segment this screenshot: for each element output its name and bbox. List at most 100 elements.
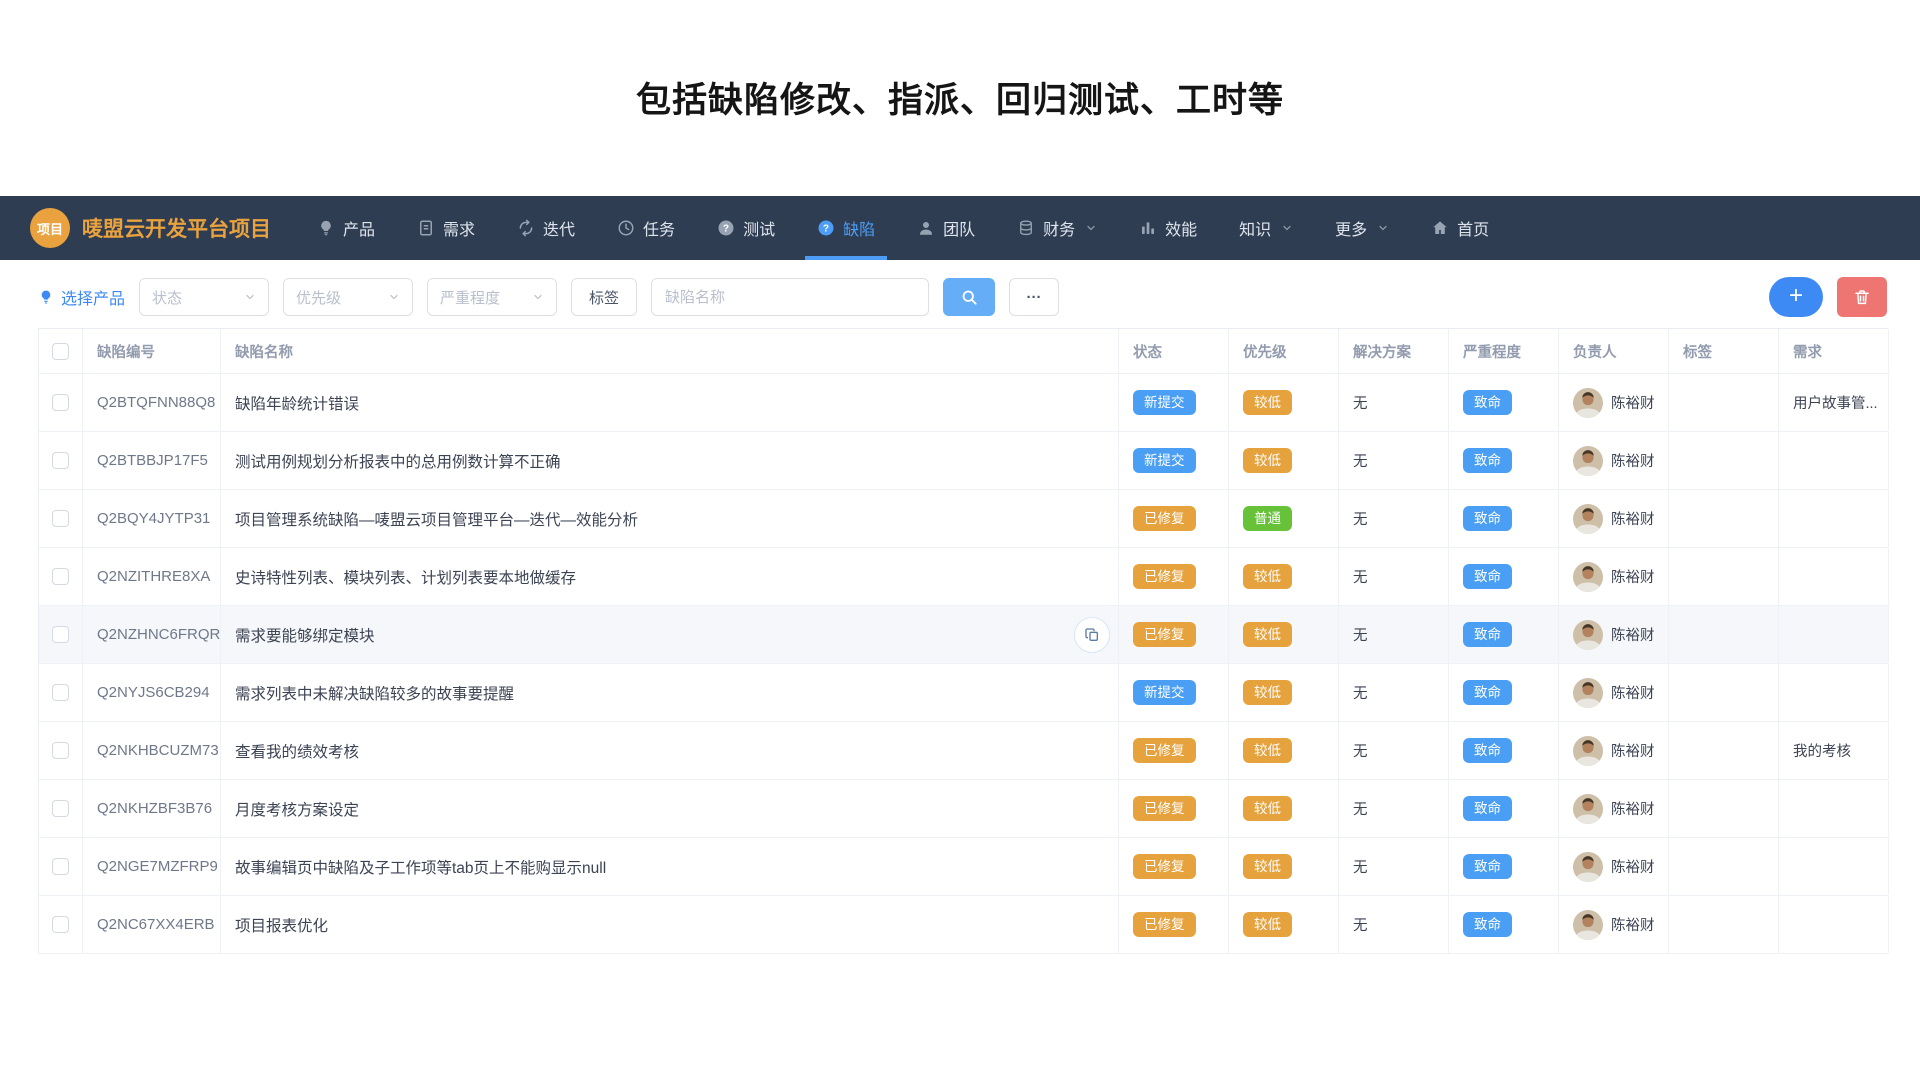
owner-name: 陈裕财 [1611, 450, 1655, 471]
severity-cell: 致命 [1449, 722, 1559, 779]
more-filters-button[interactable]: ··· [1009, 278, 1059, 316]
row-checkbox[interactable] [52, 684, 69, 701]
defect-name[interactable]: 故事编辑页中缺陷及子工作项等tab页上不能购显示null [235, 856, 606, 878]
owner-avatar [1573, 678, 1603, 708]
priority-badge: 较低 [1243, 912, 1292, 938]
nav-item-knowledge[interactable]: 知识 [1239, 196, 1293, 260]
defect-name[interactable]: 需求列表中未解决缺陷较多的故事要提醒 [235, 682, 514, 704]
select-product-link[interactable]: 选择产品 [38, 285, 125, 309]
table-row: Q2NYJS6CB294需求列表中未解决缺陷较多的故事要提醒新提交较低无致命陈裕… [39, 664, 1888, 722]
row-checkbox[interactable] [52, 800, 69, 817]
caret-down-icon [1281, 222, 1293, 234]
search-button[interactable] [943, 278, 995, 316]
owner-name: 陈裕财 [1611, 798, 1655, 819]
resolution-value: 无 [1353, 914, 1368, 935]
severity-badge: 致命 [1463, 796, 1512, 822]
requirement-cell [1779, 490, 1889, 547]
priority-filter-select[interactable]: 优先级 [283, 278, 413, 316]
nav-item-defect[interactable]: ?缺陷 [817, 196, 875, 260]
owner: 陈裕财 [1573, 446, 1655, 476]
project-name[interactable]: 唛盟云开发平台项目 [82, 213, 271, 243]
defect-name-cell[interactable]: 故事编辑页中缺陷及子工作项等tab页上不能购显示null [221, 838, 1119, 895]
defect-name-cell[interactable]: 查看我的绩效考核 [221, 722, 1119, 779]
defect-name[interactable]: 测试用例规划分析报表中的总用例数计算不正确 [235, 450, 561, 472]
defect-name-cell[interactable]: 缺陷年龄统计错误 [221, 374, 1119, 431]
question-circle-icon: ? [717, 219, 735, 237]
row-checkbox[interactable] [52, 916, 69, 933]
tag-cell [1669, 548, 1779, 605]
resolution-value: 无 [1353, 566, 1368, 587]
nav-item-requirement[interactable]: 需求 [417, 196, 475, 260]
owner-avatar [1573, 852, 1603, 882]
defect-name-cell[interactable]: 需求要能够绑定模块 [221, 606, 1119, 663]
row-checkbox[interactable] [52, 452, 69, 469]
column-header-label: 严重程度 [1463, 341, 1521, 362]
column-header: 严重程度 [1449, 329, 1559, 373]
nav-item-more[interactable]: 更多 [1335, 196, 1389, 260]
priority-cell: 较低 [1229, 780, 1339, 837]
severity-filter-select[interactable]: 严重程度 [427, 278, 557, 316]
owner-cell: 陈裕财 [1559, 838, 1669, 895]
defect-name[interactable]: 项目报表优化 [235, 914, 328, 936]
row-checkbox-cell [39, 548, 83, 605]
defect-name-cell[interactable]: 月度考核方案设定 [221, 780, 1119, 837]
status-filter-select[interactable]: 状态 [139, 278, 269, 316]
nav-item-iteration[interactable]: 迭代 [517, 196, 575, 260]
defect-name-cell[interactable]: 需求列表中未解决缺陷较多的故事要提醒 [221, 664, 1119, 721]
nav-item-performance[interactable]: 效能 [1139, 196, 1197, 260]
requirement-cell: 用户故事管... [1779, 374, 1889, 431]
resolution-value: 无 [1353, 392, 1368, 413]
nav-item-product[interactable]: 产品 [317, 196, 375, 260]
copy-defect-button[interactable] [1074, 617, 1110, 653]
row-checkbox[interactable] [52, 394, 69, 411]
priority-cell: 较低 [1229, 432, 1339, 489]
nav-item-task[interactable]: 任务 [617, 196, 675, 260]
defect-name-cell[interactable]: 项目报表优化 [221, 896, 1119, 953]
defect-name-cell[interactable]: 史诗特性列表、模块列表、计划列表要本地做缓存 [221, 548, 1119, 605]
defect-name-cell[interactable]: 测试用例规划分析报表中的总用例数计算不正确 [221, 432, 1119, 489]
defect-name-search-input[interactable] [651, 278, 929, 316]
tag-cell [1669, 896, 1779, 953]
table-header-row: 缺陷编号缺陷名称状态优先级解决方案严重程度负责人标签需求 [39, 329, 1888, 374]
severity-cell: 致命 [1449, 490, 1559, 547]
nav-item-team[interactable]: 团队 [917, 196, 975, 260]
nav-item-home[interactable]: 首页 [1431, 196, 1489, 260]
column-header: 优先级 [1229, 329, 1339, 373]
priority-cell: 较低 [1229, 606, 1339, 663]
status-cell: 新提交 [1119, 664, 1229, 721]
requirement-value: 我的考核 [1793, 740, 1851, 761]
row-checkbox[interactable] [52, 626, 69, 643]
row-checkbox[interactable] [52, 510, 69, 527]
row-checkbox[interactable] [52, 568, 69, 585]
nav-item-test[interactable]: ?测试 [717, 196, 775, 260]
tag-filter-button[interactable]: 标签 [571, 278, 637, 316]
severity-cell: 致命 [1449, 432, 1559, 489]
svg-text:?: ? [723, 223, 729, 234]
status-cell: 已修复 [1119, 490, 1229, 547]
status-cell: 已修复 [1119, 838, 1229, 895]
nav-item-label: 效能 [1165, 216, 1197, 240]
nav-item-finance[interactable]: 财务 [1017, 196, 1097, 260]
resolution-value: 无 [1353, 624, 1368, 645]
row-checkbox[interactable] [52, 742, 69, 759]
status-badge: 已修复 [1133, 796, 1196, 822]
project-logo-badge: 项目 [30, 208, 70, 248]
owner-cell: 陈裕财 [1559, 722, 1669, 779]
top-navbar: 项目 唛盟云开发平台项目 产品需求迭代任务 ?测试 ?缺陷团队财务 效能 知识更多首页 [0, 196, 1920, 260]
resolution-value: 无 [1353, 856, 1368, 877]
row-checkbox-cell [39, 664, 83, 721]
defect-name[interactable]: 缺陷年龄统计错误 [235, 392, 359, 414]
defect-name[interactable]: 月度考核方案设定 [235, 798, 359, 820]
defect-name-cell[interactable]: 项目管理系统缺陷—唛盟云项目管理平台—迭代—效能分析 [221, 490, 1119, 547]
delete-button[interactable] [1837, 277, 1887, 317]
defect-name[interactable]: 查看我的绩效考核 [235, 740, 359, 762]
add-defect-button[interactable]: + [1769, 277, 1823, 317]
select-all-checkbox[interactable] [52, 343, 69, 360]
defect-name[interactable]: 史诗特性列表、模块列表、计划列表要本地做缓存 [235, 566, 576, 588]
defect-name[interactable]: 需求要能够绑定模块 [235, 624, 375, 646]
owner-avatar [1573, 446, 1603, 476]
bulb-icon [38, 289, 54, 305]
row-checkbox[interactable] [52, 858, 69, 875]
defect-name[interactable]: 项目管理系统缺陷—唛盟云项目管理平台—迭代—效能分析 [235, 508, 638, 530]
caret-down-icon [244, 291, 256, 303]
